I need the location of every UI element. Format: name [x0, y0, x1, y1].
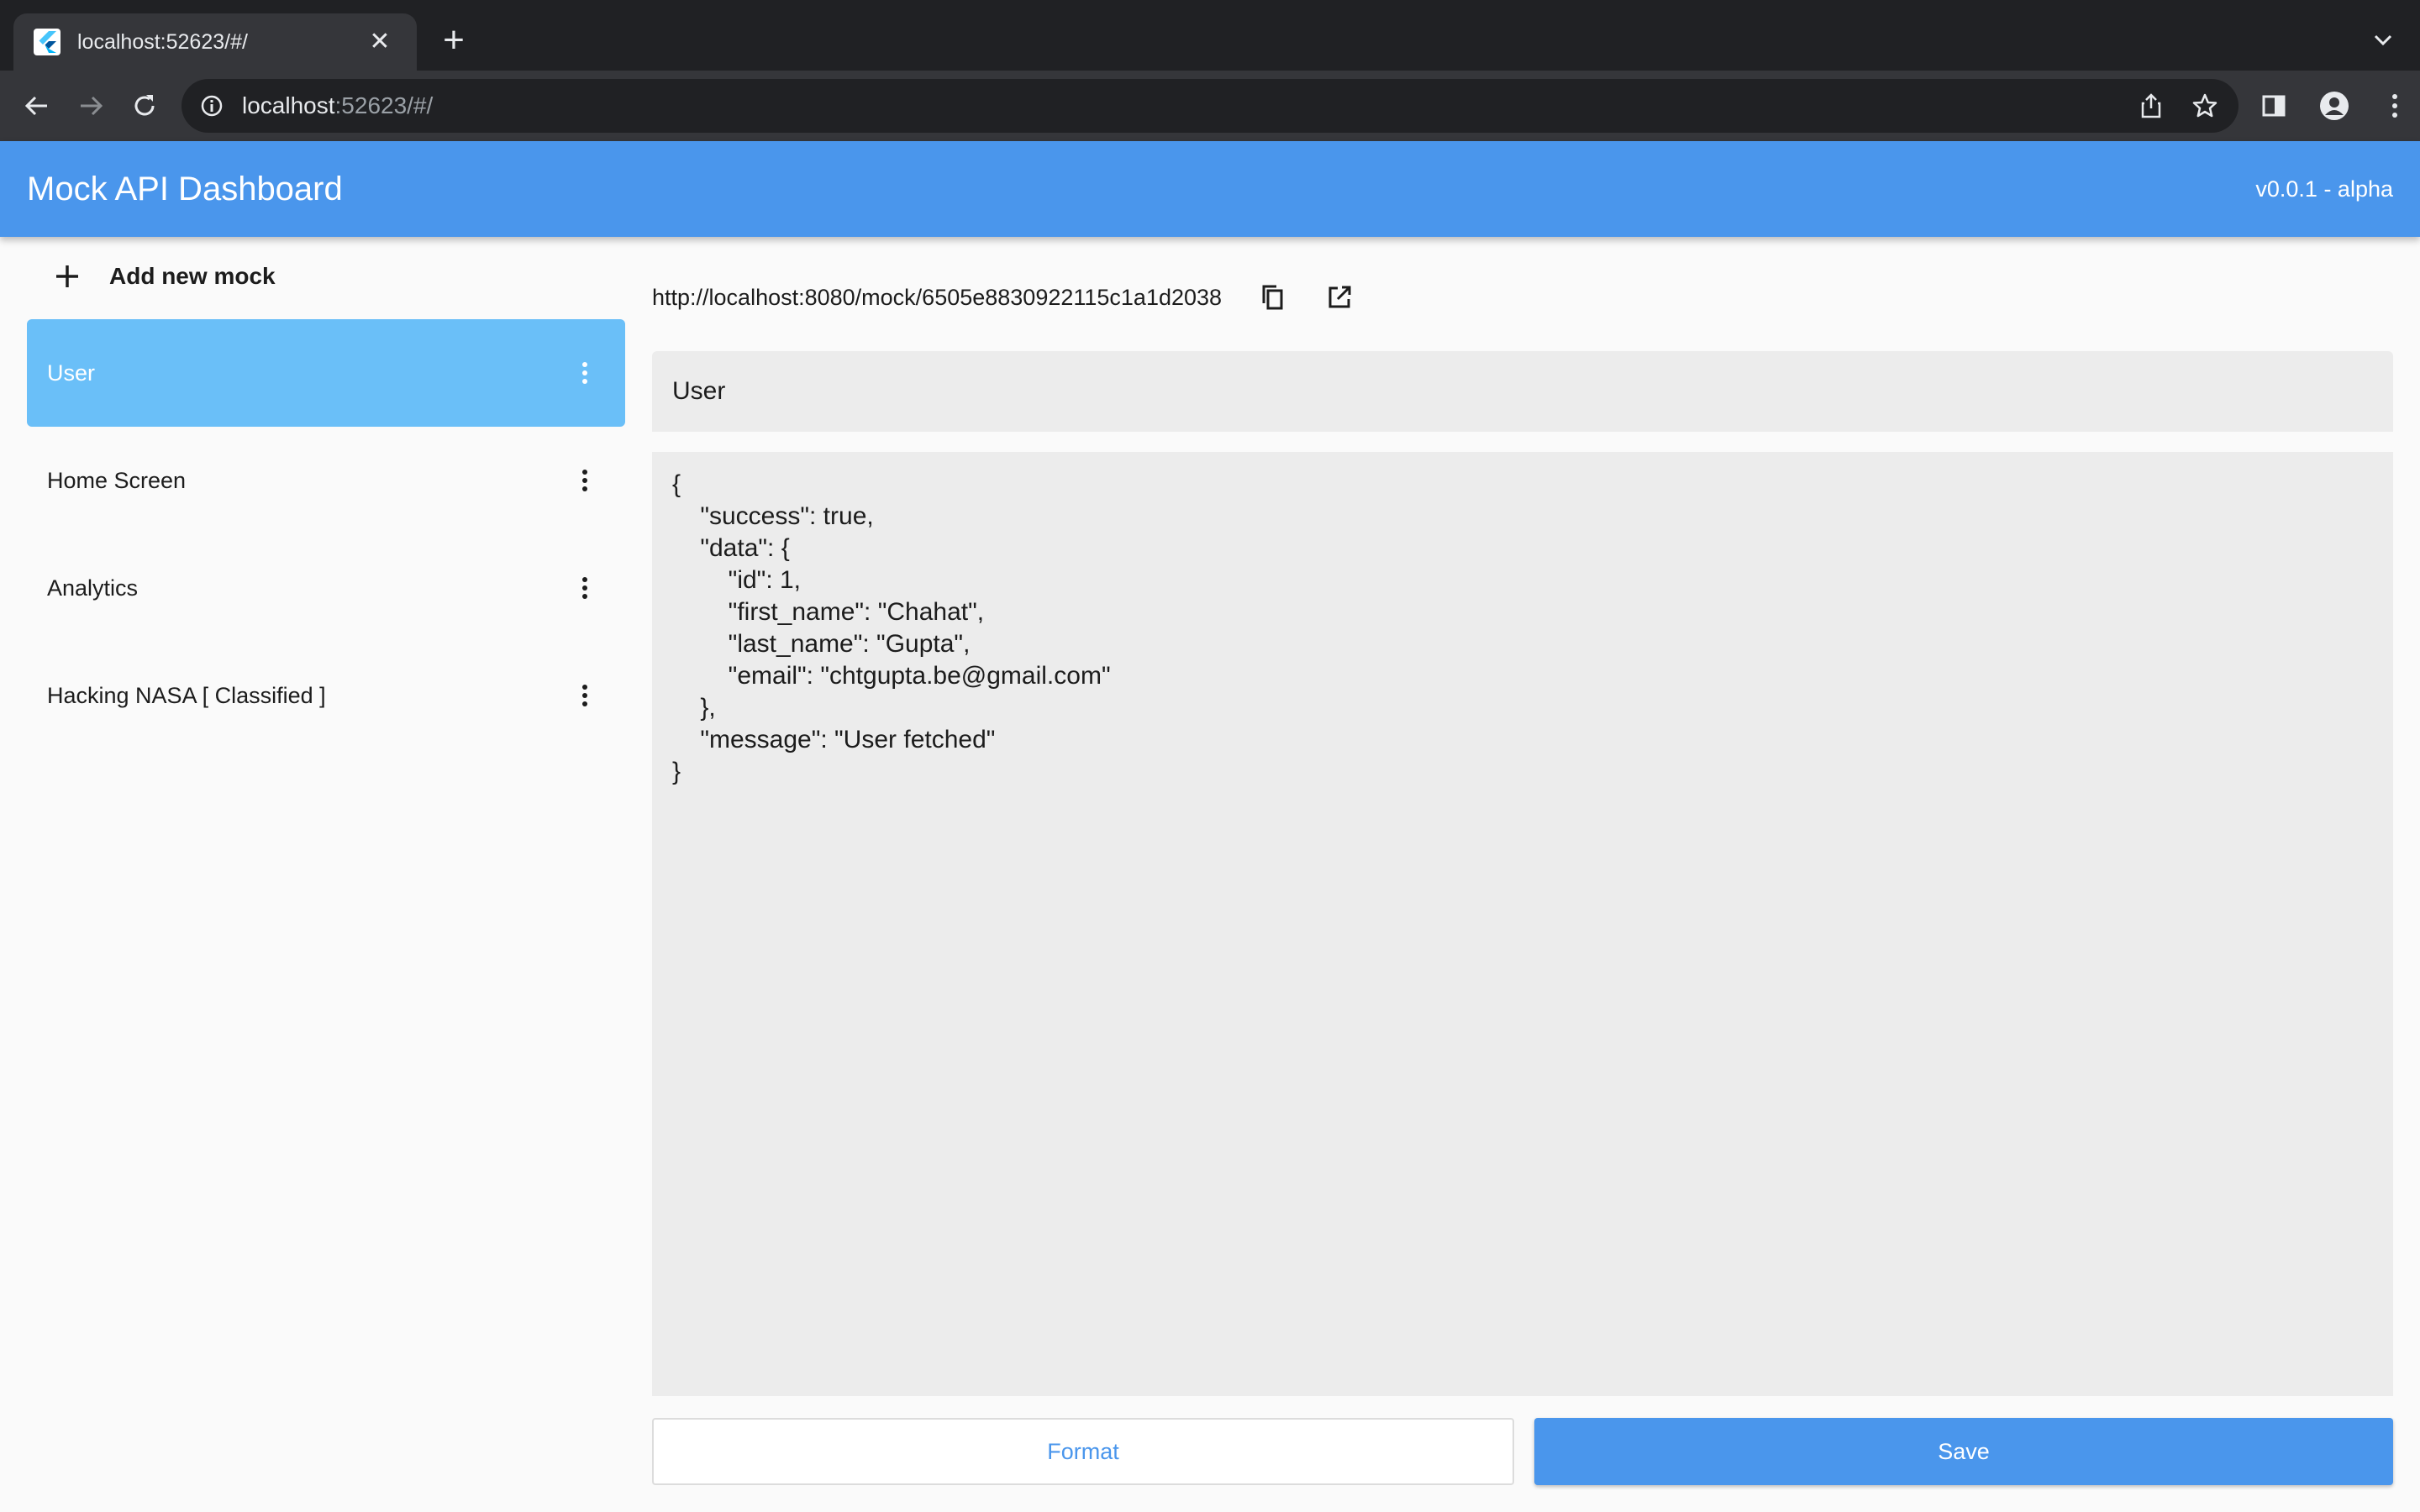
copy-icon[interactable] [1252, 277, 1292, 318]
site-info-icon[interactable] [198, 92, 225, 119]
mock-item-user[interactable]: User [27, 319, 625, 427]
action-buttons: Format Save [652, 1418, 2393, 1485]
save-button[interactable]: Save [1534, 1418, 2393, 1485]
app-title: Mock API Dashboard [27, 170, 343, 207]
address-host: localhost [242, 92, 335, 118]
open-in-new-icon[interactable] [1319, 277, 1360, 318]
forward-arrow-icon[interactable] [71, 86, 111, 126]
json-body-editor[interactable]: { "success": true, "data": { "id": 1, "f… [652, 452, 2393, 1396]
browser-toolbar: localhost :52623/#/ [0, 71, 2420, 141]
mock-sidebar: Add new mock User Home Screen Analytics … [27, 244, 625, 749]
profile-avatar-icon[interactable] [2314, 86, 2354, 126]
new-tab-button[interactable]: + [434, 20, 474, 60]
mock-item-analytics[interactable]: Analytics [27, 534, 625, 642]
mock-item-label: User [47, 360, 96, 386]
mock-editor: http://localhost:8080/mock/6505e88309221… [652, 244, 2393, 1485]
reload-icon[interactable] [124, 86, 165, 126]
mock-item-hacking-nasa[interactable]: Hacking NASA [ Classified ] [27, 642, 625, 749]
more-vert-icon[interactable] [565, 675, 605, 716]
bookmark-star-icon[interactable] [2188, 89, 2222, 123]
mock-item-home-screen[interactable]: Home Screen [27, 427, 625, 534]
mock-item-label: Analytics [47, 575, 139, 601]
add-new-mock-button[interactable]: Add new mock [27, 244, 625, 309]
browser-tab[interactable]: localhost:52623/#/ ✕ [13, 13, 417, 71]
add-new-mock-label: Add new mock [109, 263, 276, 289]
browser-tab-strip: localhost:52623/#/ ✕ + [0, 0, 2420, 71]
tab-search-chevron-icon[interactable] [2366, 24, 2400, 57]
browser-menu-icon[interactable] [2375, 86, 2415, 126]
more-vert-icon[interactable] [565, 353, 605, 393]
address-bar[interactable]: localhost :52623/#/ [182, 79, 2238, 133]
mock-name-input[interactable]: User [652, 351, 2393, 432]
mock-item-label: Home Screen [47, 467, 187, 493]
flutter-favicon-icon [34, 29, 60, 55]
mock-item-label: Hacking NASA [ Classified ] [47, 682, 326, 708]
app-bar: Mock API Dashboard v0.0.1 - alpha [0, 141, 2420, 237]
more-vert-icon[interactable] [565, 460, 605, 501]
tab-title: localhost:52623/#/ [77, 29, 248, 54]
mock-url: http://localhost:8080/mock/6505e88309221… [652, 284, 1223, 310]
address-path: :52623/#/ [334, 92, 434, 118]
mock-url-row: http://localhost:8080/mock/6505e88309221… [652, 244, 2393, 351]
mock-list: User Home Screen Analytics Hacking NASA … [27, 319, 625, 749]
share-icon[interactable] [2134, 89, 2168, 123]
more-vert-icon[interactable] [565, 568, 605, 608]
plus-icon [50, 260, 84, 293]
format-button[interactable]: Format [652, 1418, 1514, 1485]
side-panel-icon[interactable] [2254, 86, 2294, 126]
tab-close-icon[interactable]: ✕ [363, 29, 397, 55]
app-version: v0.0.1 - alpha [2255, 176, 2393, 202]
back-arrow-icon[interactable] [17, 86, 57, 126]
